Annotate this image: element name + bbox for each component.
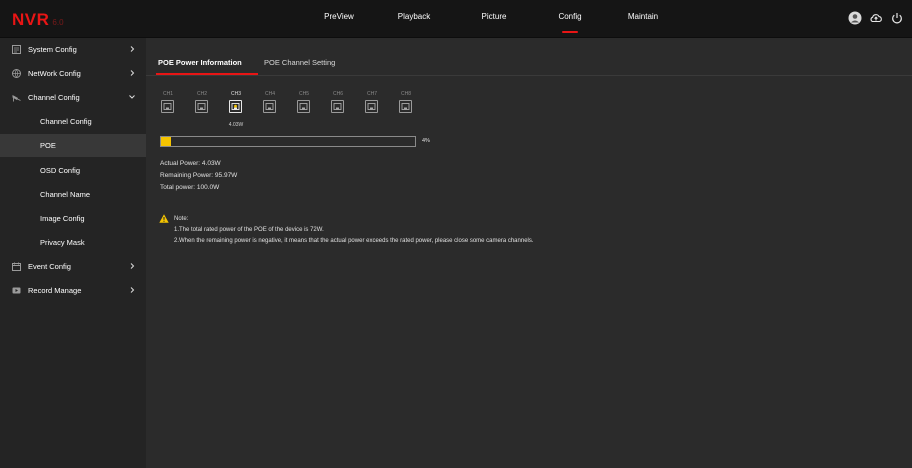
chevron-right-icon [130, 70, 135, 76]
channel-port-8[interactable] [399, 100, 412, 113]
note-line-1: 1.The total rated power of the POE of th… [174, 227, 324, 233]
nav-picture[interactable]: Picture [482, 12, 507, 21]
remaining-power-text: Remaining Power: 95.97W [160, 172, 238, 179]
channel-port-2[interactable] [195, 100, 208, 113]
ethernet-port-icon [231, 103, 240, 110]
channel-label: CH2 [196, 91, 208, 97]
channel-label: CH8 [400, 91, 412, 97]
ethernet-port-icon [333, 103, 342, 110]
sidebar-item-system-config[interactable]: System Config [0, 38, 146, 61]
sidebar-item-label: Event Config [28, 262, 71, 271]
power-usage-bar [160, 136, 416, 147]
ethernet-port-icon [299, 103, 308, 110]
channel-label: CH1 [162, 91, 174, 97]
sidebar-subitem-label: Image Config [40, 214, 85, 223]
sidebar-item-channel-config[interactable]: Channel Config [0, 86, 146, 109]
sidebar-subitem-label: Privacy Mask [40, 238, 85, 247]
channel-port-1[interactable] [161, 100, 174, 113]
main-panel: POE Power Information POE Channel Settin… [146, 38, 912, 468]
sidebar-subitem-label: Channel Config [40, 117, 92, 126]
note-title: Note: [174, 216, 189, 222]
power-usage-fill [161, 137, 171, 146]
channel-power: 4.03W [228, 122, 244, 128]
chevron-right-icon [130, 46, 135, 52]
sidebar-subitem-channel-config[interactable]: Channel Config [0, 110, 146, 133]
channel-label: CH6 [332, 91, 344, 97]
sidebar-item-label: Record Manage [28, 286, 82, 295]
sidebar-subitem-privacy-mask[interactable]: Privacy Mask [0, 231, 146, 254]
nav-playback[interactable]: Playback [398, 12, 430, 21]
record-icon [12, 287, 21, 294]
channel-port-5[interactable] [297, 100, 310, 113]
ethernet-port-icon [197, 103, 206, 110]
note-line-2: 2.When the remaining power is negative, … [174, 238, 534, 244]
sidebar-item-record-manage[interactable]: Record Manage [0, 279, 146, 302]
tab-poe-power-information[interactable]: POE Power Information [158, 58, 242, 67]
ethernet-port-icon [265, 103, 274, 110]
ethernet-port-icon [367, 103, 376, 110]
channel-port-4[interactable] [263, 100, 276, 113]
chevron-right-icon [130, 287, 135, 293]
tab-poe-channel-setting[interactable]: POE Channel Setting [264, 58, 335, 67]
power-icon[interactable] [890, 11, 904, 25]
system-config-icon [12, 45, 21, 54]
nav-active-indicator [562, 31, 578, 33]
logo-text: NVR [12, 10, 50, 29]
network-icon [12, 69, 21, 78]
nav-maintain[interactable]: Maintain [628, 12, 658, 21]
total-power-text: Total power: 100.0W [160, 184, 220, 191]
user-avatar-icon[interactable] [848, 11, 862, 25]
channel-port-6[interactable] [331, 100, 344, 113]
ethernet-port-icon [163, 103, 172, 110]
nav-config[interactable]: Config [558, 12, 581, 21]
logo-version: 6.0 [52, 18, 64, 27]
ethernet-port-icon [401, 103, 410, 110]
tab-divider [146, 75, 912, 76]
actual-power-text: Actual Power: 4.03W [160, 160, 221, 167]
channel-port-7[interactable] [365, 100, 378, 113]
sidebar-subitem-label: POE [40, 141, 56, 150]
warning-icon [159, 214, 169, 223]
sidebar-item-label: System Config [28, 45, 77, 54]
sidebar-subitem-label: Channel Name [40, 190, 91, 199]
sidebar-subitem-label: OSD Config [40, 166, 81, 175]
chevron-down-icon [129, 95, 135, 99]
app-logo: NVR 6.0 [12, 10, 64, 30]
camera-icon [12, 95, 21, 102]
top-bar: NVR 6.0 PreView Playback Picture Config … [0, 0, 912, 38]
sidebar-item-label: Channel Config [28, 93, 80, 102]
sidebar-subitem-image-config[interactable]: Image Config [0, 207, 146, 230]
channel-port-3[interactable] [229, 100, 242, 113]
sidebar-item-label: NetWork Config [28, 69, 81, 78]
nav-preview[interactable]: PreView [324, 12, 354, 21]
sidebar: System Config NetWork Config Channel Con… [0, 38, 146, 468]
sidebar-item-network-config[interactable]: NetWork Config [0, 62, 146, 85]
sidebar-subitem-osd-config[interactable]: OSD Config [0, 159, 146, 182]
channel-label: CH7 [366, 91, 378, 97]
channel-label: CH3 [230, 91, 242, 97]
sidebar-subitem-channel-name[interactable]: Channel Name [0, 183, 146, 206]
power-usage-percent: 4% [422, 138, 430, 144]
sidebar-item-event-config[interactable]: Event Config [0, 255, 146, 278]
cloud-upload-icon[interactable] [869, 11, 883, 25]
event-icon [12, 262, 21, 271]
channel-label: CH4 [264, 91, 276, 97]
chevron-right-icon [130, 263, 135, 269]
sidebar-subitem-poe[interactable]: POE [0, 134, 146, 157]
channel-label: CH5 [298, 91, 310, 97]
